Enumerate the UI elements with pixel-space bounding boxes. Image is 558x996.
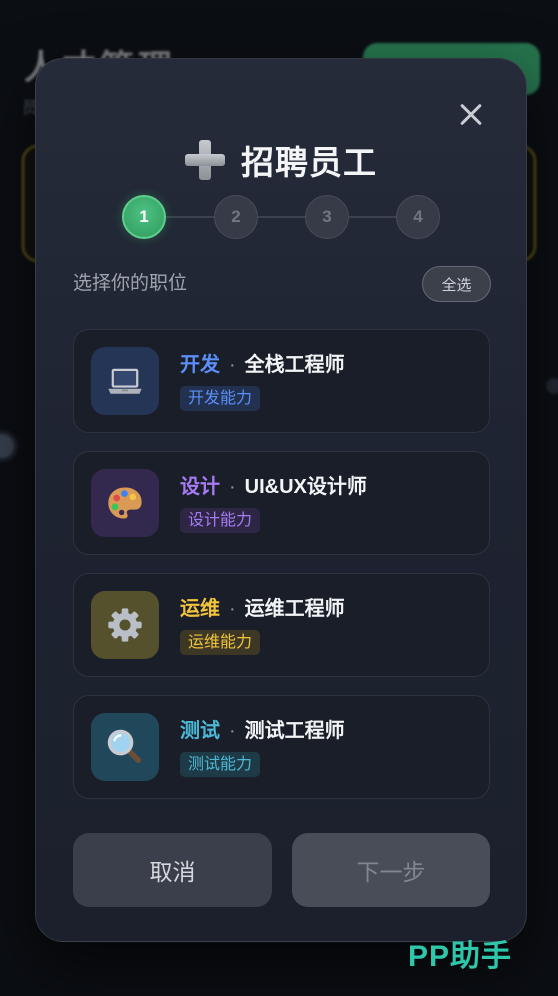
plus-icon (185, 140, 225, 180)
cancel-button[interactable]: 取消 (73, 833, 272, 907)
modal-title-text: 招聘员工 (241, 144, 377, 181)
role-card-developer[interactable]: 开发 · 全栈工程师 开发能力 (73, 329, 490, 433)
close-button[interactable] (456, 99, 486, 129)
step-3: 3 (305, 195, 349, 239)
role-category: 设计 (180, 476, 220, 498)
role-heading: 开发 · 全栈工程师 (180, 352, 345, 378)
step-1: 1 (122, 195, 166, 239)
role-heading: 运维 · 运维工程师 (180, 596, 345, 622)
role-separator: · (229, 354, 236, 376)
close-icon[interactable] (456, 99, 486, 129)
role-separator: · (229, 598, 236, 620)
palette-icon (91, 469, 159, 537)
role-skill-tag: 测试能力 (180, 752, 261, 777)
role-title: 全栈工程师 (244, 354, 345, 376)
role-skill-tag: 开发能力 (180, 386, 261, 411)
gear-icon (91, 591, 159, 659)
step-2: 2 (214, 195, 258, 239)
role-title: UI&UX设计师 (244, 476, 367, 498)
role-heading: 设计 · UI&UX设计师 (180, 474, 367, 500)
role-category: 开发 (180, 354, 220, 376)
role-list: 开发 · 全栈工程师 开发能力 设计 · UI&UX设计师 设计能力 运维 · … (73, 329, 490, 799)
role-card-tester[interactable]: 测试 · 测试工程师 测试能力 (73, 695, 490, 799)
next-button[interactable]: 下一步 (292, 833, 490, 907)
role-card-designer[interactable]: 设计 · UI&UX设计师 设计能力 (73, 451, 490, 555)
role-heading: 测试 · 测试工程师 (180, 718, 345, 744)
role-separator: · (229, 476, 236, 498)
role-card-operations[interactable]: 运维 · 运维工程师 运维能力 (73, 573, 490, 677)
magnifier-icon (91, 713, 159, 781)
step-connector (166, 216, 214, 218)
modal-title: 招聘员工 (36, 138, 526, 182)
step-4: 4 (396, 195, 440, 239)
step-indicator: 1 2 3 4 (36, 195, 526, 239)
step-connector (258, 216, 305, 218)
role-title: 测试工程师 (244, 720, 345, 742)
watermark-logo: PP助手 (408, 940, 513, 973)
role-category: 测试 (180, 720, 220, 742)
role-skill-tag: 设计能力 (180, 508, 261, 533)
select-all-button[interactable]: 全选 (422, 266, 491, 302)
step-connector (349, 216, 396, 218)
role-category: 运维 (180, 598, 220, 620)
section-label: 选择你的职位 (73, 273, 188, 294)
laptop-icon (91, 347, 159, 415)
role-separator: · (229, 720, 236, 742)
hire-employee-modal: 招聘员工 1 2 3 4 选择你的职位 全选 开发 · 全栈工程师 开发能力 设… (35, 58, 527, 942)
role-skill-tag: 运维能力 (180, 630, 261, 655)
role-title: 运维工程师 (244, 598, 345, 620)
